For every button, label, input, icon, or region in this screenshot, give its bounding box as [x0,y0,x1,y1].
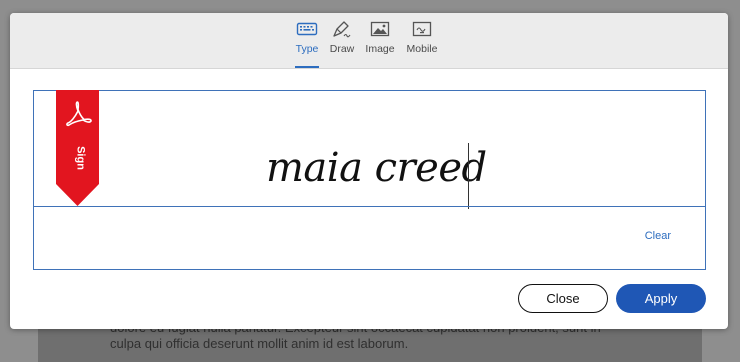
sign-ribbon: Sign [56,90,99,206]
image-icon [370,21,390,37]
sign-ribbon-label: Sign [75,146,87,170]
background-text-line: culpa qui officia deserunt mollit anim i… [110,336,409,351]
text-cursor [468,143,469,209]
mobile-icon [412,21,432,37]
typed-signature: maia creed [266,145,487,191]
pen-icon [333,21,351,38]
signature-area[interactable]: Sign maia creed Clear [33,90,706,270]
tab-label: Draw [329,43,355,55]
tab-mobile[interactable]: Mobile [406,17,438,68]
signature-method-tabs: Type Draw Image Mobile [10,13,728,69]
tab-draw[interactable]: Draw [328,17,356,68]
tab-label: Image [365,43,395,55]
signature-baseline [34,206,705,207]
tab-image[interactable]: Image [365,17,395,68]
tab-label: Mobile [406,43,438,55]
tab-type[interactable]: Type [293,17,321,68]
keyboard-icon [296,22,318,36]
tab-label: Type [295,43,319,55]
apply-button[interactable]: Apply [616,284,706,313]
close-button[interactable]: Close [518,284,608,313]
signature-dialog: Type Draw Image Mobile Sign maia creed C… [10,13,728,329]
clear-button[interactable]: Clear [645,230,671,242]
